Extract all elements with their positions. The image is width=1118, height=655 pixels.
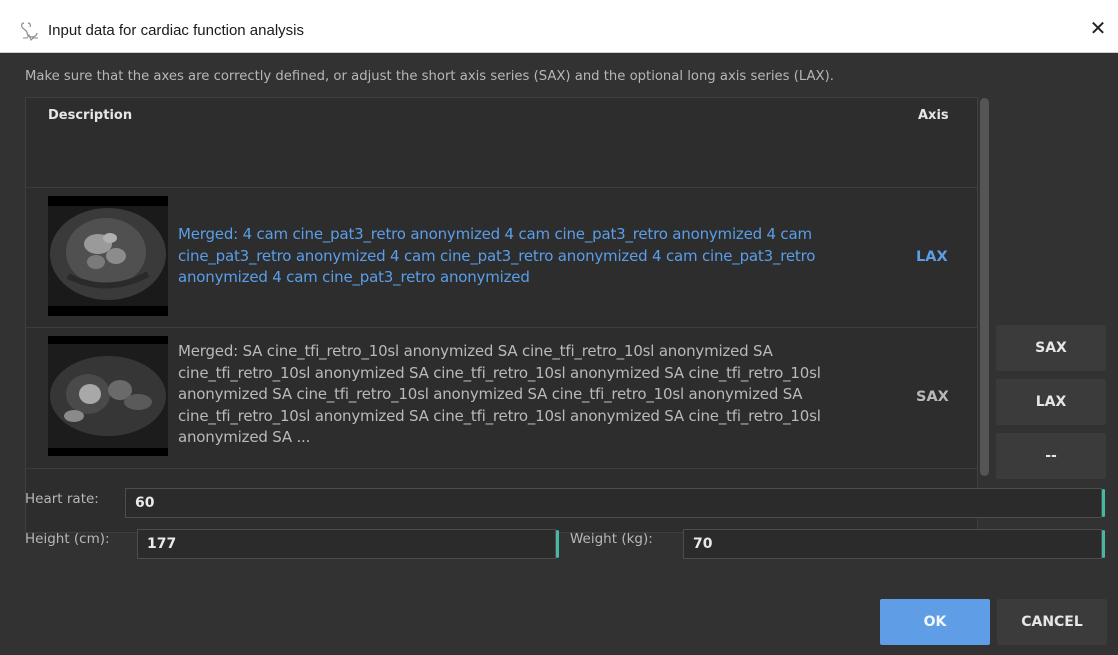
close-icon[interactable]: ✕ [1086,16,1110,40]
series-description: Merged: SA cine_tfi_retro_10sl anonymize… [178,342,821,446]
series-table: Description Axis Merged: 4 cam cine_pat3… [25,97,978,533]
ok-button[interactable]: OK [880,599,990,645]
height-accent [556,530,559,558]
column-header-description: Description [48,108,133,123]
height-label: Height (cm): [25,531,110,547]
heart-rate-input[interactable]: 60 [125,488,1102,518]
heart-app-icon [19,20,41,42]
dialog-body: Make sure that the axes are correctly de… [0,53,1118,655]
title-bar: Input data for cardiac function analysis… [0,0,1118,53]
set-sax-button[interactable]: SAX [996,325,1106,371]
series-thumbnail-sax [48,336,168,456]
clear-axis-button[interactable]: -- [996,433,1106,479]
column-header-axis: Axis [918,108,949,123]
window-title: Input data for cardiac function analysis [48,22,304,39]
series-axis: LAX [916,249,948,265]
set-lax-button[interactable]: LAX [996,379,1106,425]
weight-input[interactable]: 70 [683,529,1102,559]
heart-rate-label: Heart rate: [25,491,99,507]
table-row[interactable]: Merged: SA cine_tfi_retro_10sl anonymize… [26,327,977,469]
instruction-text: Make sure that the axes are correctly de… [25,69,834,84]
weight-label: Weight (kg): [570,531,653,547]
height-input[interactable]: 177 [137,529,556,559]
weight-accent [1102,530,1105,558]
series-thumbnail-lax [48,196,168,316]
heart-rate-accent [1102,489,1105,517]
cancel-button[interactable]: CANCEL [997,599,1107,645]
table-scrollbar[interactable] [980,98,989,476]
series-axis: SAX [916,389,949,405]
series-description: Merged: 4 cam cine_pat3_retro anonymized… [178,225,816,286]
table-row[interactable]: Merged: 4 cam cine_pat3_retro anonymized… [26,187,977,328]
